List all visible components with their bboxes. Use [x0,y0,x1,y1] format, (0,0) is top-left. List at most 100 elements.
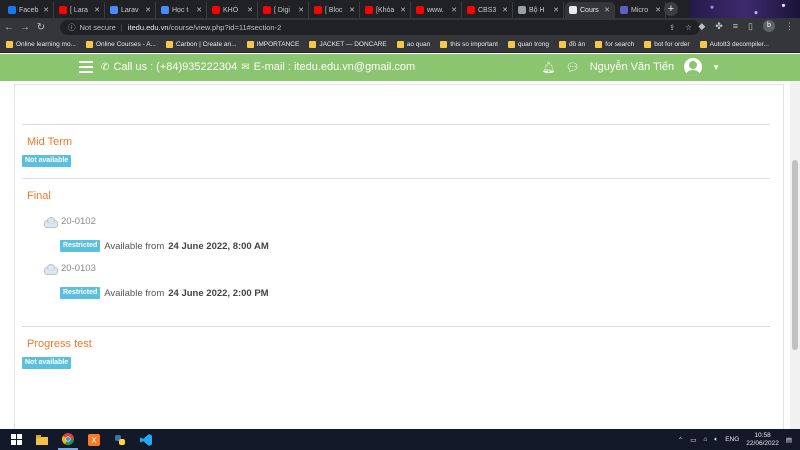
tab-close-icon[interactable]: ✕ [553,6,559,14]
share-icon[interactable]: ⇪ [669,23,675,32]
tab-close-icon[interactable]: ✕ [400,6,406,14]
bookmark-item[interactable]: bot for order [644,41,690,48]
activity-item[interactable]: 20-0102 [44,216,96,228]
volume-icon[interactable]: 🔈︎ [714,436,718,444]
chrome-icon[interactable] [58,429,78,450]
browser-tab[interactable]: KHÓ ✕ [208,2,258,18]
start-button[interactable] [6,429,26,450]
menu-icon[interactable]: ⋮ [785,21,794,32]
browser-tab[interactable]: Larav ✕ [106,2,156,18]
tab-label: [Khóa [376,6,395,14]
bookmark-item[interactable]: JACKET — DONCARE [309,41,387,48]
tab-label: CBS3 [478,6,497,14]
clock[interactable]: 10:58 22/06/2022 [746,432,779,448]
bookmark-item[interactable]: ao quan [396,41,431,48]
user-area: 🔔︎ 💬︎ Nguyễn Văn Tiến ▼ [542,58,720,76]
tab-close-icon[interactable]: ✕ [502,6,508,14]
messages-icon[interactable]: 💬︎ [566,61,580,74]
media-icon[interactable]: ≡ [733,21,738,31]
section-divider [22,326,770,327]
bookmark-icon [507,41,515,48]
tab-label: Faceb [19,6,39,14]
chevron-down-icon[interactable]: ▼ [712,63,720,72]
profile-avatar[interactable]: b [763,20,775,32]
browser-tab[interactable]: Bộ H ✕ [514,2,564,18]
activity-name[interactable]: 20-0103 [61,263,96,274]
bookmark-label: ao quan [406,41,431,48]
scrollbar-thumb[interactable] [792,160,798,350]
user-avatar[interactable] [684,58,703,76]
tab-close-icon[interactable]: ✕ [349,6,355,14]
browser-tab[interactable]: Micro ✕ [616,2,666,18]
restricted-badge: Restricted [60,240,101,252]
tab-close-icon[interactable]: ✕ [298,6,304,14]
window-background [690,0,800,18]
bookmarks-bar: Online learning mo... Online Courses - A.… [0,37,800,53]
notification-bell-icon[interactable]: 🔔︎ [542,61,556,74]
network-icon[interactable]: ⌂ [703,436,707,443]
sidebar-icon[interactable]: ▯ [748,21,753,32]
battery-icon[interactable]: ▭ [690,436,696,444]
python-icon[interactable] [110,429,130,450]
tab-close-icon[interactable]: ✕ [655,6,661,14]
bookmark-item[interactable]: quan trong [507,41,549,48]
tab-close-icon[interactable]: ✕ [145,6,151,14]
bookmark-item[interactable]: for search [595,41,634,48]
tab-favicon-icon [569,6,577,14]
email-label: E-mail : itedu.edu.vn@gmail.com [253,61,416,73]
browser-tab[interactable]: [ Digi ✕ [259,2,309,18]
tab-close-icon[interactable]: ✕ [604,6,610,14]
bookmark-item[interactable]: Online Courses - A... [85,41,156,48]
vscode-icon[interactable] [136,429,156,450]
section-title-progress-test[interactable]: Progress test [27,338,92,350]
browser-tab[interactable]: CBS3 ✕ [463,2,513,18]
browser-tab[interactable]: www. ✕ [412,2,462,18]
new-tab-button[interactable]: + [664,2,678,16]
browser-tab[interactable]: [Khóa ✕ [361,2,411,18]
address-bar[interactable]: ⓘ Not secure | itedu.edu.vn /course/view… [60,20,700,35]
user-name[interactable]: Nguyễn Văn Tiến [590,61,674,73]
file-explorer-icon[interactable] [32,429,52,450]
extension-icon[interactable]: ◆ [698,21,705,32]
tab-close-icon[interactable]: ✕ [94,6,100,14]
address-separator: | [120,23,123,32]
hamburger-menu-icon[interactable] [79,61,93,73]
section-title-final[interactable]: Final [27,190,51,202]
browser-tab[interactable]: Cours ✕ [565,2,615,18]
forward-icon[interactable]: → [18,22,32,33]
bookmark-item[interactable]: đồ án [559,41,585,48]
bookmark-item[interactable]: Carbon | Create an... [165,41,237,48]
bookmark-icon [85,41,93,48]
bookmark-item[interactable]: Online learning mo... [6,41,76,48]
tab-close-icon[interactable]: ✕ [451,6,457,14]
notifications-icon[interactable]: ▤ [786,436,792,444]
phone-label: Call us : (+84)935222304 [113,61,238,73]
bookmark-label: JACKET — DONCARE [319,41,387,48]
phone-icon: ✆ [101,61,110,73]
chevron-up-icon[interactable]: ⌃ [678,436,683,444]
bookmark-icon [396,41,404,48]
xampp-icon[interactable]: X [84,429,104,450]
bookmark-item[interactable]: AutoIt3 decompiler... [699,41,769,48]
browser-tab[interactable]: [ Lara ✕ [55,2,105,18]
puzzle-icon[interactable]: ✤ [715,21,723,32]
section-title-mid-term[interactable]: Mid Term [27,136,72,148]
bookmark-item[interactable]: this so important [440,41,498,48]
browser-tab-strip: Faceb ✕[ Lara ✕ Larav ✕ Học t ✕ KHÓ ✕[ Digi ✕[ Bl… [0,0,800,18]
tab-label: [ Lara [70,6,88,14]
browser-tab[interactable]: [ Bloc ✕ [310,2,360,18]
tab-close-icon[interactable]: ✕ [43,6,49,14]
bookmark-item[interactable]: IMPORTANCE [246,41,299,48]
browser-tab[interactable]: Học t ✕ [157,2,207,18]
back-icon[interactable]: ← [2,22,16,33]
tab-close-icon[interactable]: ✕ [196,6,202,14]
browser-tab[interactable]: Faceb ✕ [4,2,54,18]
tab-favicon-icon [263,6,271,14]
reload-icon[interactable]: ↻ [34,22,48,33]
activity-name[interactable]: 20-0102 [61,216,96,227]
activity-item[interactable]: 20-0103 [44,263,96,275]
bookmark-star-icon[interactable]: ☆ [685,23,692,32]
tab-close-icon[interactable]: ✕ [247,6,253,14]
language-indicator[interactable]: ENG [725,436,739,443]
page-scrollbar[interactable] [790,81,800,429]
